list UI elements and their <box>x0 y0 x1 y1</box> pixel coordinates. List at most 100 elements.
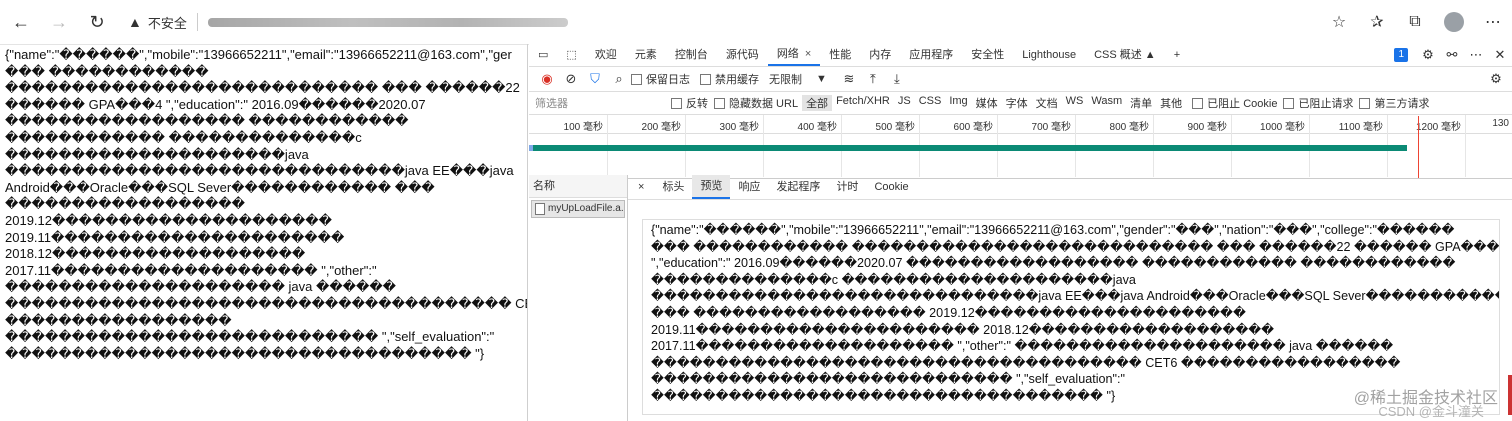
address-bar[interactable]: ▲ 不安全 <box>128 7 568 37</box>
invert-checkbox[interactable]: 反转 <box>671 95 708 111</box>
tab-label: 安全性 <box>971 49 1005 61</box>
issues-badge[interactable]: 1 <box>1394 48 1408 62</box>
filter-type-9[interactable]: Wasm <box>1087 95 1126 111</box>
blocked-requests-checkbox[interactable]: 已阻止请求 <box>1283 95 1353 111</box>
detail-tabbar: × 标头 预览 响应 发起程序 计时 Cookie <box>628 175 1512 200</box>
inspect-icon[interactable]: ⬚ <box>557 44 585 66</box>
blurred-url <box>207 17 568 27</box>
warning-icon: ▲ <box>128 14 142 30</box>
filter-input[interactable]: 筛选器 <box>535 95 671 111</box>
response-line: ��������������������� java ������ <box>5 279 396 295</box>
timeline-overview[interactable] <box>529 116 1512 179</box>
filter-type-1[interactable]: Fetch/XHR <box>832 95 894 111</box>
tab-1[interactable]: 元素 <box>626 44 666 66</box>
response-line: ��� ������������ <box>5 63 209 79</box>
filter-type-6[interactable]: 字体 <box>1002 95 1032 111</box>
avatar[interactable] <box>1444 12 1464 32</box>
timeline-scale: 100 毫秒 200 毫秒 300 毫秒 400 毫秒 500 毫秒 600 毫秒 700 … <box>529 115 1512 177</box>
detail-tab-0[interactable]: 标头 <box>654 175 692 199</box>
preserve-log-checkbox[interactable]: 保留日志 <box>631 71 690 87</box>
filter-type-3[interactable]: CSS <box>915 95 946 111</box>
tab-5[interactable]: 性能 <box>820 44 860 66</box>
filter-type-11[interactable]: 其他 <box>1156 95 1186 111</box>
device-icon[interactable]: ▭ <box>529 44 557 66</box>
tab-9[interactable]: Lighthouse <box>1013 44 1085 66</box>
response-line: �������������������������������������� C… <box>5 295 528 311</box>
response-line: 2018.12������������������� <box>5 246 306 262</box>
add-tab-button[interactable]: + <box>1165 44 1189 66</box>
filter-type-2[interactable]: JS <box>894 95 915 111</box>
gear-icon[interactable]: ⚙ <box>1484 71 1508 87</box>
devtools-right-actions: 1 ⚙ ⚯ ⋯ ✕ <box>1394 44 1512 66</box>
tab-2[interactable]: 控制台 <box>666 44 717 66</box>
throttle-select[interactable]: 无限制 ▼ <box>769 71 827 87</box>
star-plus-icon[interactable]: ☆ <box>1320 12 1358 32</box>
resource-type-filters: 全部 Fetch/XHR JS CSS Img 媒体 字体 文档 WS Wasm 清单 其他 <box>802 95 1186 111</box>
response-line: ���������������������java <box>5 146 309 162</box>
more-icon[interactable]: ⋯ <box>1474 12 1512 32</box>
record-icon[interactable]: ◉ <box>535 71 559 87</box>
third-party-checkbox[interactable]: 第三方请求 <box>1359 95 1429 111</box>
blocked-cookies-checkbox[interactable]: 已阻止 Cookie <box>1192 95 1277 111</box>
timeline-bar-start <box>529 145 533 151</box>
devtools-panel: ▭ ⬚ 欢迎 元素 控制台 源代码 网络 × 性能 内存 应用程序 安全性 Lighthouse CS… <box>529 44 1512 421</box>
detail-tab-2[interactable]: 响应 <box>730 175 768 199</box>
filter-type-5[interactable]: 媒体 <box>972 95 1002 111</box>
gear-icon[interactable]: ⚙ <box>1416 47 1440 63</box>
preview-line: 2017.11�������������������� ","other":" … <box>651 339 1394 354</box>
more-icon[interactable]: ⋯ <box>1464 47 1488 63</box>
detail-tab-4[interactable]: 计时 <box>828 175 866 199</box>
tab-label: 性能 <box>829 49 852 61</box>
response-line: {"name":"������","mobile":"13966652211",… <box>5 47 512 62</box>
filter-icon[interactable]: ⛉ <box>583 71 607 87</box>
network-conditions-icon[interactable]: ≋ <box>837 71 861 87</box>
tab-6[interactable]: 内存 <box>860 44 900 66</box>
filter-type-7[interactable]: 文档 <box>1032 95 1062 111</box>
detail-tab-3[interactable]: 发起程序 <box>768 175 828 199</box>
tab-8[interactable]: 安全性 <box>962 44 1013 66</box>
disable-cache-label: 禁用缓存 <box>715 74 759 86</box>
tick-label: 100 毫秒 <box>563 122 603 133</box>
detail-tab-5[interactable]: Cookie <box>866 175 916 199</box>
filter-type-0[interactable]: 全部 <box>802 95 833 111</box>
download-icon[interactable]: ⤓ <box>885 71 909 87</box>
preview-line: 2019.11���������������������� 2018.12���… <box>651 322 1275 337</box>
checkbox-box <box>700 73 711 85</box>
tab-3[interactable]: 源代码 <box>717 44 768 66</box>
response-line: Android���Oracle���SQL Sever������������… <box>5 179 435 195</box>
detail-tab-1[interactable]: 预览 <box>692 175 731 199</box>
close-icon[interactable]: ✕ <box>1488 47 1512 63</box>
tab-4[interactable]: 网络 × <box>767 44 821 66</box>
tab-0[interactable]: 欢迎 <box>586 44 626 66</box>
tab-label: 源代码 <box>725 49 759 61</box>
upload-icon[interactable]: ⤒ <box>861 71 885 87</box>
hide-data-url-checkbox[interactable]: 隐藏数据 URL <box>714 95 798 111</box>
close-detail-button[interactable]: × <box>628 175 654 199</box>
response-line: 2019.11���������������������� <box>5 229 345 245</box>
browser-actions: ☆ ✰ ⧉ ⋯ <box>1320 0 1512 44</box>
preserve-log-label: 保留日志 <box>646 74 690 86</box>
response-line: ���������������������������� ","self_eva… <box>5 329 495 345</box>
request-row[interactable]: myUpLoadFile.a... <box>531 200 625 218</box>
filter-type-10[interactable]: 清单 <box>1126 95 1156 111</box>
close-icon[interactable]: × <box>805 48 811 60</box>
customize-icon[interactable]: ⚯ <box>1440 47 1464 63</box>
preview-line: {"name":"������","mobile":"13966652211",… <box>651 223 1455 237</box>
response-line: ������������������ <box>5 196 245 212</box>
checkbox-box <box>671 97 682 109</box>
disable-cache-checkbox[interactable]: 禁用缓存 <box>700 71 759 87</box>
response-line: ����������������������������������� "} <box>5 345 485 361</box>
collections-icon[interactable]: ⧉ <box>1396 13 1434 31</box>
favorites-icon[interactable]: ✰ <box>1358 12 1396 32</box>
reload-icon[interactable]: ↻ <box>80 5 114 39</box>
forward-arrow-icon[interactable]: → <box>42 5 76 39</box>
filter-type-4[interactable]: Img <box>945 95 971 111</box>
back-arrow-icon[interactable]: ← <box>4 5 38 39</box>
search-icon[interactable]: ⌕ <box>607 71 631 87</box>
response-line: ����������������� <box>5 312 232 328</box>
clear-icon[interactable]: ⊘ <box>559 71 583 87</box>
filter-type-8[interactable]: WS <box>1062 95 1088 111</box>
tab-7[interactable]: 应用程序 <box>900 44 962 66</box>
tab-10[interactable]: CSS 概述 ▲ <box>1085 44 1165 66</box>
name-column-header[interactable]: 名称 <box>529 175 627 198</box>
